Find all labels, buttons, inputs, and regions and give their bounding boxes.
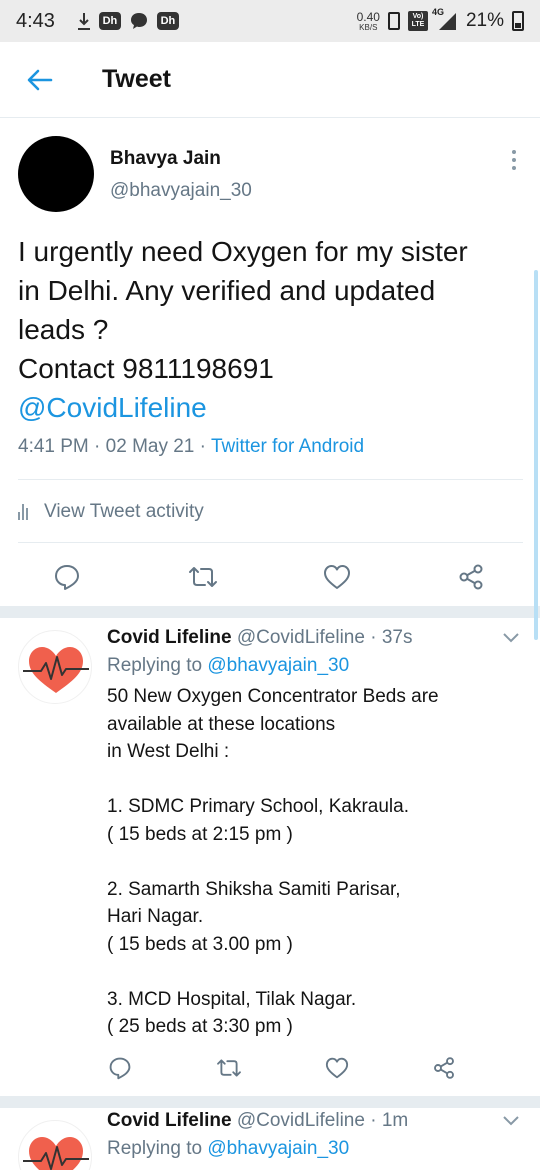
reply-header: Covid Lifeline @CovidLifeline · 1m	[107, 1110, 408, 1132]
battery-percentage: 21%	[465, 10, 504, 31]
status-time: 4:43	[16, 9, 55, 32]
meta-separator: ·	[194, 436, 211, 457]
reply-line: 1. SDMC Primary School, Kakraula.	[107, 796, 409, 817]
reply-tweet[interactable]: Covid Lifeline @CovidLifeline · 1m Reply…	[0, 1108, 540, 1170]
reply-author-handle[interactable]: @CovidLifeline	[237, 627, 365, 648]
chevron-down-icon[interactable]	[502, 1115, 520, 1127]
share-icon	[434, 1057, 454, 1079]
download-icon	[77, 13, 90, 30]
heart-pulse-icon	[23, 647, 89, 693]
retweet-button[interactable]	[183, 557, 223, 597]
like-button[interactable]	[317, 1048, 357, 1088]
network-type: 4G	[431, 7, 444, 17]
page-title: Tweet	[102, 65, 171, 93]
tweet-meta: 4:41 PM · 02 May 21 · Twitter for Androi…	[18, 436, 364, 458]
reply-action-bar	[0, 1048, 540, 1088]
reply-header: Covid Lifeline @CovidLifeline · 37s	[107, 627, 412, 649]
retweet-icon	[189, 567, 217, 587]
reply-author-name[interactable]: Covid Lifeline	[107, 1110, 232, 1131]
chevron-down-icon[interactable]	[502, 632, 520, 644]
reply-button[interactable]	[47, 557, 87, 597]
covid-lifeline-avatar[interactable]	[18, 1120, 92, 1170]
reply-icon	[109, 1057, 131, 1080]
vibrate-icon	[387, 12, 400, 30]
reply-line	[107, 766, 517, 794]
author-handle[interactable]: @bhavyajain_30	[110, 180, 252, 202]
reply-line: ( 15 beds at 3.00 pm )	[107, 933, 293, 955]
share-icon	[459, 564, 483, 590]
replying-to: Replying to @bhavyajain_30	[107, 655, 349, 677]
reply-line: ( 15 beds at 2:15 pm )	[107, 823, 293, 845]
reply-line: Hari Nagar.	[107, 906, 204, 927]
status-bar: 4:43 Dh Dh 0.40 KB/S Vo) LTE 4G 21%	[0, 0, 540, 42]
volte-top: Vo)	[412, 13, 424, 20]
tweet-source-link[interactable]: Twitter for Android	[211, 436, 364, 457]
covid-lifeline-avatar[interactable]	[18, 630, 92, 704]
app-notification-icon: Dh	[98, 12, 121, 30]
reply-time: · 37s	[364, 627, 413, 648]
speed-unit: KB/S	[359, 22, 378, 32]
bar-chart-icon	[18, 504, 32, 520]
reply-line	[107, 958, 517, 986]
reply-author-name[interactable]: Covid Lifeline	[107, 627, 232, 648]
replying-prefix: Replying to	[107, 655, 208, 676]
heart-icon	[325, 1057, 349, 1079]
app-notification-icon-2: Dh	[156, 12, 179, 30]
activity-label: View Tweet activity	[44, 501, 204, 522]
tweet-date: 02 May 21	[105, 436, 195, 457]
section-separator	[0, 606, 540, 618]
like-button[interactable]	[317, 557, 357, 597]
tweet-text: I urgently need Oxygen for my sister in …	[18, 232, 523, 427]
share-button[interactable]	[451, 557, 491, 597]
heart-icon	[324, 565, 350, 589]
reply-line: ( 25 beds at 3:30 pm )	[107, 1016, 293, 1037]
volte-icon: Vo) LTE	[407, 11, 428, 31]
reply-line: in West Delhi :	[107, 741, 230, 762]
tweet-mention-link[interactable]: @CovidLifeline	[18, 388, 523, 427]
divider	[18, 542, 523, 543]
divider	[18, 479, 523, 480]
tweet-line: leads ?	[18, 314, 109, 345]
volte-bottom: LTE	[411, 21, 425, 28]
reply-line: 3. MCD Hospital, Tilak Nagar.	[107, 988, 357, 1010]
replying-to-link[interactable]: @bhavyajain_30	[207, 1138, 349, 1159]
share-button[interactable]	[424, 1048, 464, 1088]
reply-author-handle[interactable]: @CovidLifeline	[237, 1110, 365, 1131]
tweet-line: I urgently need Oxygen for my sister	[18, 236, 468, 267]
arrow-left-icon	[27, 69, 53, 90]
section-separator	[0, 1096, 540, 1108]
view-tweet-activity-button[interactable]: View Tweet activity	[18, 496, 204, 528]
reply-line: available at these locations	[107, 713, 336, 735]
reply-body: 50 New Oxygen Concentrator Beds are avai…	[107, 683, 517, 1041]
network-speed: 0.40 KB/S	[357, 11, 380, 32]
heart-pulse-icon	[23, 1137, 89, 1170]
author-avatar[interactable]	[18, 136, 94, 212]
battery-icon	[512, 11, 524, 31]
reply-line: 50 New Oxygen Concentrator Beds are	[107, 686, 439, 707]
tweet-time: 4:41 PM	[18, 436, 89, 457]
back-button[interactable]	[0, 42, 80, 118]
retweet-button[interactable]	[209, 1048, 249, 1088]
tweet-action-bar	[0, 557, 540, 597]
chat-bubble-icon	[130, 13, 147, 29]
tweet-line: in Delhi. Any verified and updated	[18, 275, 436, 306]
reply-time: · 1m	[364, 1110, 409, 1131]
reply-button[interactable]	[100, 1048, 140, 1088]
reply-icon	[55, 565, 79, 590]
author-name[interactable]: Bhavya Jain	[110, 148, 221, 170]
replying-to-link[interactable]: @bhavyajain_30	[207, 655, 349, 676]
replying-to: Replying to @bhavyajain_30	[107, 1138, 349, 1160]
reply-line	[107, 848, 517, 876]
more-options-icon[interactable]	[510, 150, 518, 170]
scrollbar[interactable]	[534, 270, 538, 640]
speed-value: 0.40	[356, 9, 380, 24]
reply-tweet[interactable]: Covid Lifeline @CovidLifeline · 37s Repl…	[0, 618, 540, 1096]
app-header: Tweet	[0, 42, 540, 118]
tweet-line: Contact 9811198691	[18, 353, 274, 384]
reply-line: 2. Samarth Shiksha Samiti Parisar,	[107, 878, 401, 900]
retweet-icon	[217, 1059, 241, 1077]
signal-icon: 4G	[432, 7, 458, 31]
replying-prefix: Replying to	[107, 1138, 208, 1159]
meta-separator: ·	[88, 436, 106, 457]
